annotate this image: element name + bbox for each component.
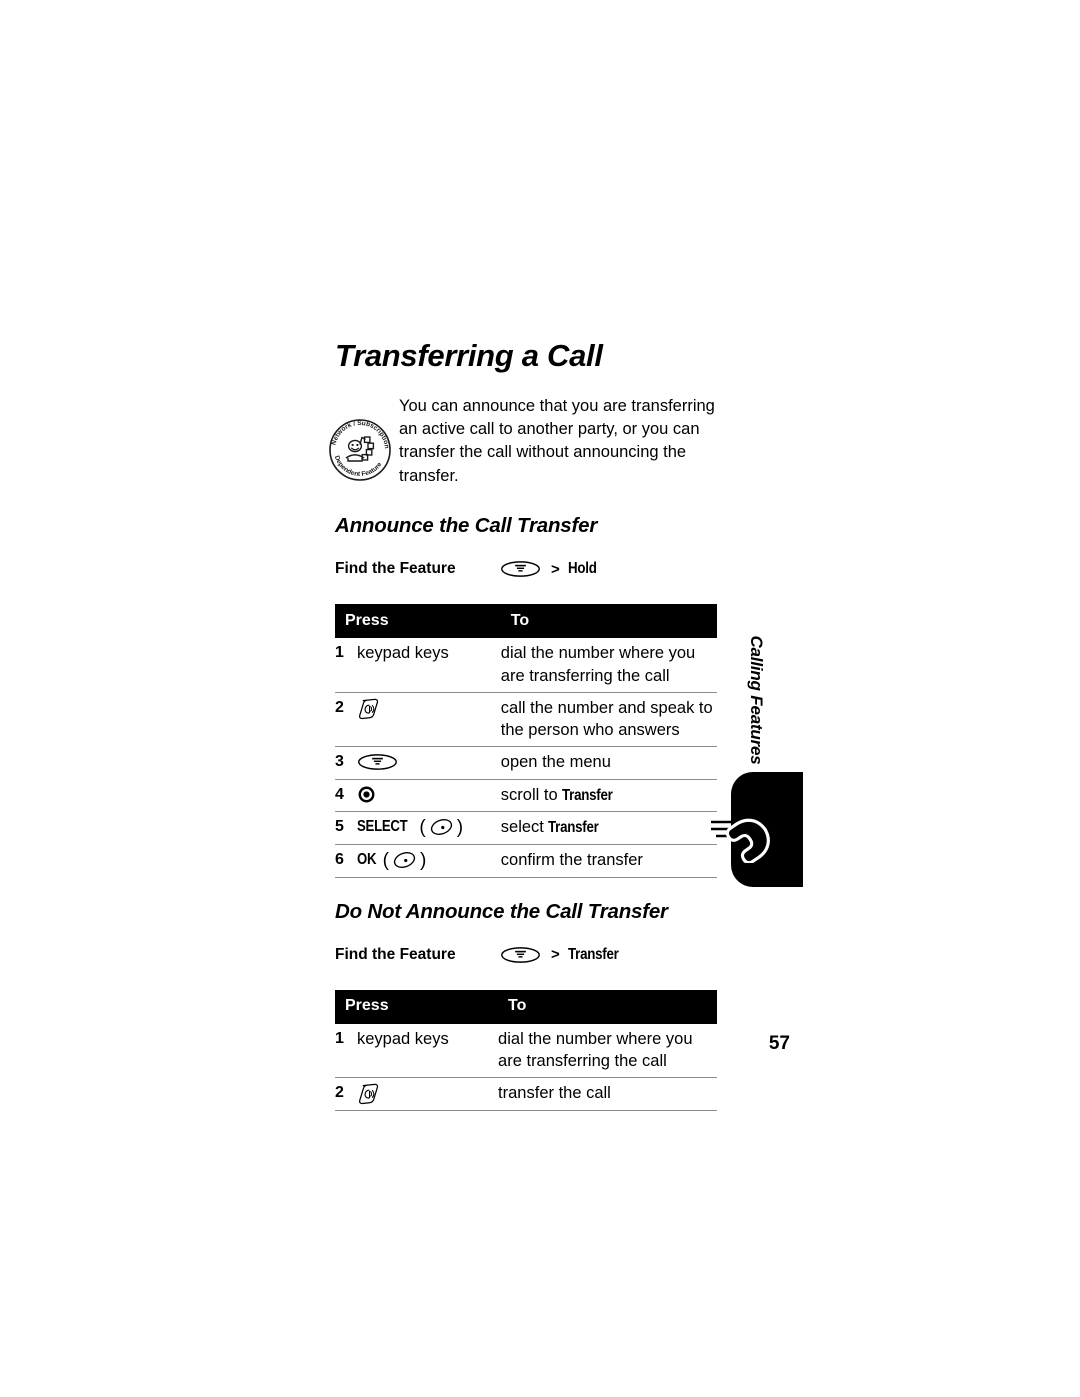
cell-to: confirm the transfer: [500, 844, 717, 878]
cell-press: 2: [335, 692, 501, 748]
step-number: 5: [335, 818, 344, 836]
step-number: 2: [335, 698, 344, 716]
column-header-to: To: [498, 989, 717, 1024]
press-content: OK ( ): [357, 849, 426, 871]
steps-table-announce: Press To 1 keypad keys dial the number wh…: [335, 604, 717, 878]
cell-press: 3: [335, 746, 501, 780]
chapter-tab-text: Calling Features: [747, 635, 766, 765]
to-label: transfer the call: [498, 1084, 611, 1103]
table-row: 1 keypad keys dial the number where you a…: [335, 638, 717, 693]
find-the-feature-do-not-announce: Find the Feature > Transfer: [335, 944, 717, 966]
to-label: scroll to: [500, 785, 563, 804]
table-row: 3 open the menu: [335, 746, 717, 780]
to-label: dial the number where you are transferri…: [500, 644, 696, 685]
page-content-column: Transferring a Call Network / Subscripti…: [329, 338, 717, 1115]
to-label: call the number and speak to the person …: [500, 698, 713, 740]
step-number: 1: [335, 644, 344, 662]
table-row: 5 SELECT ( ) select Transfer: [335, 811, 717, 846]
manual-page: Transferring a Call Network / Subscripti…: [0, 0, 1080, 1397]
step-number: 6: [335, 851, 344, 869]
cell-to: call the number and speak to the person …: [500, 692, 717, 748]
find-the-feature-label: Find the Feature: [335, 945, 456, 963]
find-the-feature-announce: Find the Feature > Hold: [335, 558, 717, 580]
cell-press: 4: [335, 779, 501, 813]
column-header-to: To: [500, 604, 717, 639]
press-content: SELECT ( ): [357, 816, 463, 838]
find-the-feature-label: Find the Feature: [335, 560, 456, 578]
page-number: 57: [768, 1033, 790, 1054]
paren-open: (: [382, 849, 389, 871]
menu-path: > Transfer: [500, 946, 627, 964]
press-content: [357, 784, 376, 806]
table-row: 2 call the number and speak to the perso…: [335, 692, 717, 748]
send-key-icon: [357, 697, 380, 720]
cell-to: scroll to Transfer: [500, 779, 717, 813]
chapter-tab: [711, 772, 803, 887]
press-content: [357, 697, 380, 720]
chapter-tab-label: Calling Features: [741, 620, 771, 780]
softkey-label-ok: OK: [357, 850, 377, 868]
softkey-label-select: SELECT: [357, 818, 408, 836]
paren-open: (: [419, 816, 426, 838]
cell-press: 6 OK ( ): [335, 844, 501, 878]
table-header-row: Press To: [335, 604, 717, 639]
column-header-press: Press: [335, 604, 501, 639]
to-emphasis: Transfer: [562, 786, 613, 804]
to-label: confirm the transfer: [500, 851, 643, 870]
ringing-telephone-handset-icon: [709, 797, 781, 863]
press-label: keypad keys: [357, 644, 449, 663]
press-content: [357, 751, 398, 773]
path-separator: >: [551, 560, 560, 578]
to-label: open the menu: [500, 753, 611, 772]
cell-to: open the menu: [500, 746, 717, 780]
paren-close: ): [419, 849, 427, 871]
send-key-icon: [357, 1082, 380, 1105]
table-row: 2 transfer the call: [335, 1077, 717, 1112]
press-content: [357, 1082, 380, 1105]
cell-to: select Transfer: [500, 811, 717, 846]
intro-block: Network / Subscription Dependent Feature: [329, 395, 717, 489]
cell-to: dial the number where you are transferri…: [500, 638, 717, 693]
menu-key-icon: [500, 560, 541, 578]
menu-key-icon: [357, 753, 398, 771]
path-separator: >: [551, 946, 560, 964]
menu-key-icon: [500, 946, 541, 964]
paren-close: ): [456, 816, 464, 838]
section-heading-announce-the-call-transfer: Announce the Call Transfer: [335, 514, 598, 538]
to-emphasis: Transfer: [548, 819, 600, 837]
soft-key-icon: [429, 817, 454, 837]
cell-press: 1 keypad keys: [335, 638, 501, 693]
cell-press: 2: [335, 1077, 499, 1112]
step-number: 4: [335, 785, 344, 803]
cell-to: transfer the call: [498, 1077, 717, 1112]
navigation-key-icon: [357, 785, 376, 804]
step-number: 2: [335, 1084, 344, 1102]
menu-path: > Hold: [500, 560, 601, 578]
cell-press: 5 SELECT ( ): [335, 811, 501, 846]
page-title: Transferring a Call: [335, 338, 603, 373]
to-label: select: [500, 818, 549, 837]
menu-path-item-transfer: Transfer: [567, 945, 619, 963]
network-subscription-dependent-feature-icon: Network / Subscription Dependent Feature: [328, 418, 392, 482]
menu-path-item-hold: Hold: [567, 560, 597, 578]
step-number: 3: [335, 753, 344, 771]
intro-paragraph: You can announce that you are transferri…: [399, 396, 715, 485]
table-row: 4 scroll to Transfer: [335, 779, 717, 813]
table-header-row: Press To: [335, 989, 717, 1024]
section-heading-do-not-announce-the-call-transfer: Do Not Announce the Call Transfer: [335, 899, 668, 923]
press-content: keypad keys: [357, 642, 449, 664]
soft-key-icon: [392, 850, 417, 870]
column-header-press: Press: [335, 989, 499, 1024]
table-row: 6 OK ( ) confirm the transfer: [335, 844, 717, 878]
